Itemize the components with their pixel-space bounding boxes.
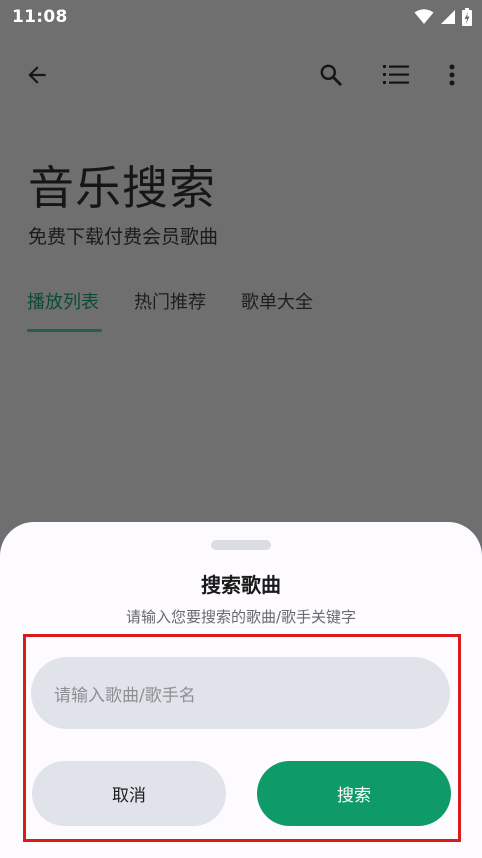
page-title: 音乐搜索 (28, 161, 216, 215)
tab-indicator (27, 329, 102, 332)
playlist-icon (383, 65, 409, 84)
search-bottom-sheet: 搜索歌曲 请输入您要搜索的歌曲/歌手关键字 请输入歌曲/歌手名 取消 搜索 (0, 522, 482, 858)
playlist-button[interactable] (376, 55, 416, 95)
tab-bar: 播放列表 热门推荐 歌单大全 (0, 282, 482, 334)
drag-handle[interactable] (211, 540, 271, 550)
search-icon (320, 64, 342, 86)
sheet-subtitle: 请输入您要搜索的歌曲/歌手关键字 (125, 608, 357, 626)
signal-icon (441, 10, 455, 24)
tab-playlist[interactable]: 播放列表 (27, 288, 99, 314)
search-button[interactable] (311, 55, 351, 95)
wifi-icon (414, 9, 434, 24)
search-input-placeholder: 请输入歌曲/歌手名 (54, 685, 196, 706)
more-options-button[interactable] (432, 55, 472, 95)
more-vertical-icon (449, 64, 455, 86)
search-submit-button[interactable]: 搜索 (257, 761, 451, 826)
back-arrow-icon (28, 66, 46, 84)
page-subtitle: 免费下载付费会员歌曲 (28, 226, 219, 248)
battery-charging-icon (462, 8, 472, 26)
tab-hot-recommend[interactable]: 热门推荐 (134, 288, 206, 314)
search-input[interactable]: 请输入歌曲/歌手名 (31, 657, 450, 729)
cancel-button[interactable]: 取消 (32, 761, 226, 826)
back-button[interactable] (17, 55, 57, 95)
status-bar: 11:08 (0, 0, 482, 34)
tab-song-lists[interactable]: 歌单大全 (241, 288, 313, 314)
status-time: 11:08 (12, 7, 68, 27)
sheet-title: 搜索歌曲 (201, 573, 281, 597)
status-icons (414, 8, 472, 26)
app-bar (0, 50, 482, 100)
